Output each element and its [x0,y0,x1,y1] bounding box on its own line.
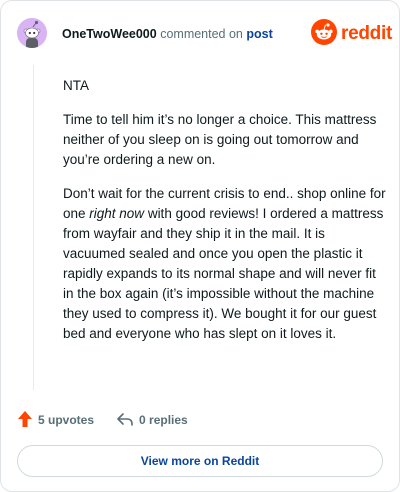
post-link[interactable]: post [246,27,272,41]
comment-paragraph-2: Time to tell him it’s no longer a choice… [63,112,377,167]
comment-body: NTA Time to tell him it’s no longer a ch… [63,76,387,358]
comment-paragraph-3-end: with good reviews! I ordered a mattress … [63,206,384,341]
upvote-button[interactable]: 5 upvotes [17,410,94,431]
reply-count: 0 replies [139,413,188,427]
view-more-button[interactable]: View more on Reddit [17,445,383,477]
comment-actions: 5 upvotes 0 replies [17,409,210,431]
embedded-comment-card: OneTwoWee000 commented on post reddit NT… [0,0,400,492]
comment-meta: OneTwoWee000 commented on post [62,27,273,41]
comment-emphasis: right now [89,206,145,221]
reddit-wordmark: reddit [341,23,392,44]
user-avatar-icon[interactable] [17,18,47,48]
commented-on-text: commented on [160,27,243,41]
username-link[interactable]: OneTwoWee000 [62,27,157,41]
comment-header: OneTwoWee000 commented on post reddit [1,1,399,65]
reddit-logo-icon [311,18,337,50]
reply-button[interactable]: 0 replies [116,411,188,430]
comment-paragraph-1: NTA [63,78,89,93]
reply-icon [116,411,139,430]
upvote-count: 5 upvotes [38,413,95,427]
thread-line [33,65,34,390]
reddit-brand[interactable]: reddit [311,18,392,50]
upvote-arrow-icon [17,410,38,431]
comment-paragraph-3: Don’t wait for the current crisis to end… [63,184,387,344]
